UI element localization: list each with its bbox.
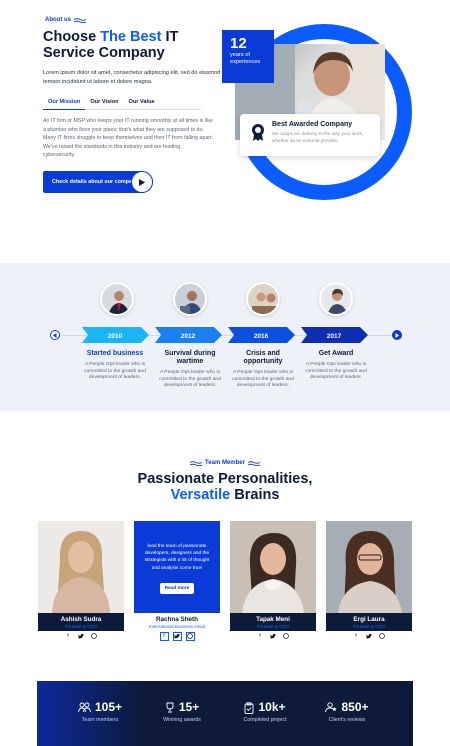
member-caption: Ergi Laura Founder & CEO (326, 613, 412, 631)
reviews-icon (325, 702, 338, 713)
member-caption: Tapak Meni Founder & CEO (230, 613, 316, 631)
tab-content: An IT firm or MSP who keeps your IT runn… (43, 118, 213, 159)
about-lead: Lorem ipsum dolor sit amet, consectetur … (43, 70, 221, 85)
tab-our-value[interactable]: Our Value (124, 97, 160, 110)
timeline-year-2012: 2012 (155, 327, 222, 343)
facebook-icon[interactable]: f (64, 632, 73, 641)
timeline-next-button[interactable] (392, 330, 402, 340)
about-title: Choose The Best IT Service Company (43, 29, 179, 61)
chevron-right-icon (395, 332, 399, 338)
svg-text:2017: 2017 (327, 333, 342, 340)
timeline-year-2016: 2016 (228, 327, 295, 343)
read-more-button[interactable]: Read more (160, 583, 194, 594)
wave-icon (190, 460, 203, 466)
dribbble-icon[interactable] (185, 631, 195, 641)
timeline-photo-2017 (319, 282, 353, 316)
trophy-icon (166, 702, 174, 713)
page: About us Choose The Best IT Service Comp… (0, 0, 450, 746)
team-card-ashish-sudra[interactable]: Ashish Sudra Founder & CEO f (38, 521, 124, 641)
dribbble-icon[interactable] (90, 632, 99, 641)
team-card-tapak-meni[interactable]: Tapak Meni Founder & CEO f (230, 521, 316, 641)
stat-completed-project: 10k+ Completed project (243, 700, 287, 724)
timeline-desc-2017: A People Ops leader who is committed to … (305, 362, 367, 380)
member-socials: f (230, 631, 316, 641)
svg-text:2010: 2010 (108, 333, 123, 340)
about-eyebrow: About us (45, 17, 86, 23)
dribbble-icon[interactable] (378, 632, 387, 641)
timeline-photo-2016 (246, 282, 280, 316)
chevron-left-icon (53, 332, 57, 338)
dribbble-icon[interactable] (282, 632, 291, 641)
twitter-icon[interactable] (77, 632, 86, 641)
member-photo (230, 521, 316, 613)
svg-text:2016: 2016 (254, 333, 269, 340)
stats-band: 105+ Team members 15+ Winning awards 10k… (37, 681, 413, 746)
award-badge-icon (252, 124, 264, 141)
team-eyebrow: Team Member (0, 460, 450, 466)
team-card-rachna-sheth[interactable]: lead the team of passionate developers, … (134, 521, 220, 641)
company-details-button[interactable]: Check details about our company (43, 171, 153, 193)
timeline-title-2017: Get Award (318, 350, 354, 357)
facebook-icon[interactable]: f (159, 631, 169, 641)
about-tabs: Our Mission Our Vision Our Value (43, 97, 201, 110)
member-socials: f (326, 631, 412, 641)
team-title: Passionate Personalities, Versatile Brai… (137, 471, 313, 503)
member-socials: f (134, 631, 220, 641)
twitter-icon[interactable] (365, 632, 374, 641)
stat-team-members: 105+ Team members (55, 701, 145, 723)
timeline-section (0, 263, 450, 411)
timeline-year-2010: 2010 (82, 327, 149, 343)
experience-badge: 12 years of experiences (222, 30, 274, 83)
team-icon (78, 702, 91, 713)
member-caption: Rachna Sheth International Business Head (134, 613, 220, 631)
tab-our-vision[interactable]: Our Vision (85, 97, 123, 110)
wave-icon (74, 17, 86, 23)
timeline-year-2017: 2017 (301, 327, 368, 343)
member-overlay-text: lead the team of passionate developers, … (144, 544, 210, 571)
timeline-desc-2016: A People Ops leader who is committed to … (232, 370, 294, 388)
timeline-desc-2010: A People Ops leader who is committed to … (84, 362, 146, 380)
award-card: Best Awarded Company We adapt our delive… (240, 114, 380, 156)
facebook-icon[interactable]: f (256, 632, 265, 641)
twitter-icon[interactable] (172, 631, 182, 641)
facebook-icon[interactable]: f (352, 632, 361, 641)
stat-client-reviews: 850+ Client's reviews (302, 701, 392, 723)
member-photo (38, 521, 124, 613)
member-caption: Ashish Sudra Founder & CEO (38, 613, 124, 631)
stat-winning-awards: 15+ Winning awards (163, 700, 201, 724)
svg-text:2012: 2012 (181, 333, 196, 340)
timeline-photo-2012 (173, 282, 207, 316)
timeline-title-2012: Survival during wartime (164, 350, 216, 365)
twitter-icon[interactable] (269, 632, 278, 641)
timeline-desc-2012: A People Ops leader who is committed to … (159, 370, 221, 388)
timeline-prev-button[interactable] (50, 330, 60, 340)
member-socials: f (38, 631, 124, 641)
wave-icon (247, 460, 260, 466)
clipboard-icon (245, 701, 254, 714)
tab-our-mission[interactable]: Our Mission (43, 97, 86, 110)
timeline-photo-2010 (100, 282, 134, 316)
timeline-title-2016: Crisis and opportunity (243, 350, 283, 365)
team-card-ergi-laura[interactable]: Ergi Laura Founder & CEO f (326, 521, 412, 641)
member-photo (326, 521, 412, 613)
timeline-title-2010: Started business (86, 350, 144, 357)
play-icon (131, 171, 153, 193)
